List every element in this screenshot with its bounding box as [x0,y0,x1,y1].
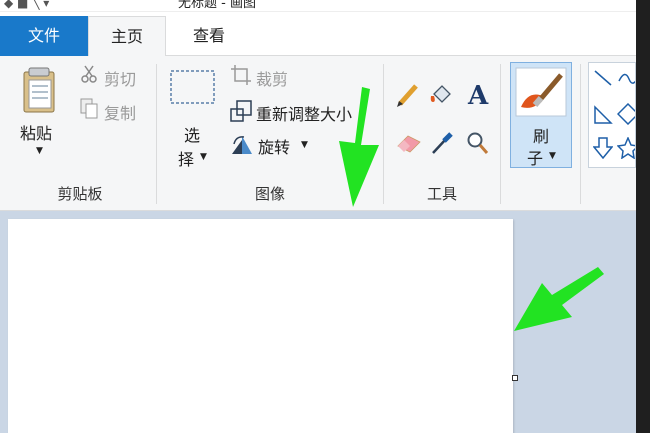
select-button-line2[interactable]: 择 [178,146,194,170]
text-icon[interactable]: A [466,80,490,108]
crop-icon[interactable] [230,64,252,86]
fill-bucket-icon[interactable] [428,82,456,108]
canvas-resize-handle[interactable] [512,375,518,381]
window-title: 无标题 - 画图 [178,0,256,11]
brushes-dropdown-icon: ▼ [549,151,556,161]
right-edge-bar [636,0,650,433]
ribbon-separator [500,64,501,204]
shape-line-icon[interactable] [593,69,613,87]
shape-diamond-icon[interactable] [617,103,636,125]
paste-icon[interactable] [20,64,60,116]
rotate-button[interactable]: 旋转 [258,134,290,158]
ribbon-separator [580,64,581,204]
paste-dropdown-icon[interactable]: ▼ [36,146,43,156]
color-picker-icon[interactable] [430,130,454,156]
shape-triangle-icon[interactable] [593,105,613,125]
cut-button[interactable]: 剪切 [104,66,136,90]
svg-text:A: A [467,81,489,108]
group-label-tools: 工具 [426,185,457,203]
drawing-canvas[interactable] [8,219,513,433]
pencil-icon[interactable] [396,82,420,108]
paint-window: ◆ ■ ╲ ▾ 无标题 - 画图 文件 主页 查看 粘贴 ▼ 剪切 复制 剪贴板… [0,0,636,433]
brushes-button[interactable]: 刷 子 ▼ [510,62,572,168]
select-dropdown-icon[interactable]: ▼ [200,152,207,162]
copy-button[interactable]: 复制 [104,100,136,124]
tab-home[interactable]: 主页 [88,16,166,57]
paste-button[interactable]: 粘贴 [20,120,52,144]
select-button[interactable]: 选 [184,122,200,146]
brushes-label-line2: 子 [527,149,544,168]
rotate-dropdown-icon[interactable]: ▼ [301,140,308,150]
brush-icon [515,67,567,117]
brushes-label: 刷 [533,127,550,146]
select-icon[interactable] [170,70,216,106]
group-label-image: 图像 [254,185,285,203]
quick-access-icons[interactable]: ◆ ■ ╲ ▾ [4,0,49,10]
tab-file[interactable]: 文件 [0,16,88,56]
ribbon-separator [156,64,157,204]
resize-icon[interactable] [230,100,252,122]
magnifier-icon[interactable] [466,130,490,156]
shapes-gallery[interactable] [588,62,636,168]
eraser-icon[interactable] [396,132,422,154]
title-bar: ◆ ■ ╲ ▾ 无标题 - 画图 [0,0,636,12]
group-label-clipboard: 剪贴板 [57,185,103,203]
shape-down-arrow-icon[interactable] [593,137,613,159]
copy-icon[interactable] [80,98,98,120]
crop-button[interactable]: 裁剪 [256,66,288,90]
annotation-arrow-down-icon [339,87,379,207]
tab-view[interactable]: 查看 [176,16,242,56]
annotation-arrow-diagonal-icon [514,267,604,331]
rotate-icon[interactable] [230,134,254,156]
ribbon: 粘贴 ▼ 剪切 复制 剪贴板 选 择 ▼ 裁剪 重新调整大小 旋转 ▼ 图像 A… [0,56,636,211]
shape-star-icon[interactable] [617,137,636,159]
scissors-icon[interactable] [80,64,98,84]
ribbon-tabs: 文件 主页 查看 [0,16,636,57]
shape-curve-icon[interactable] [617,69,636,87]
